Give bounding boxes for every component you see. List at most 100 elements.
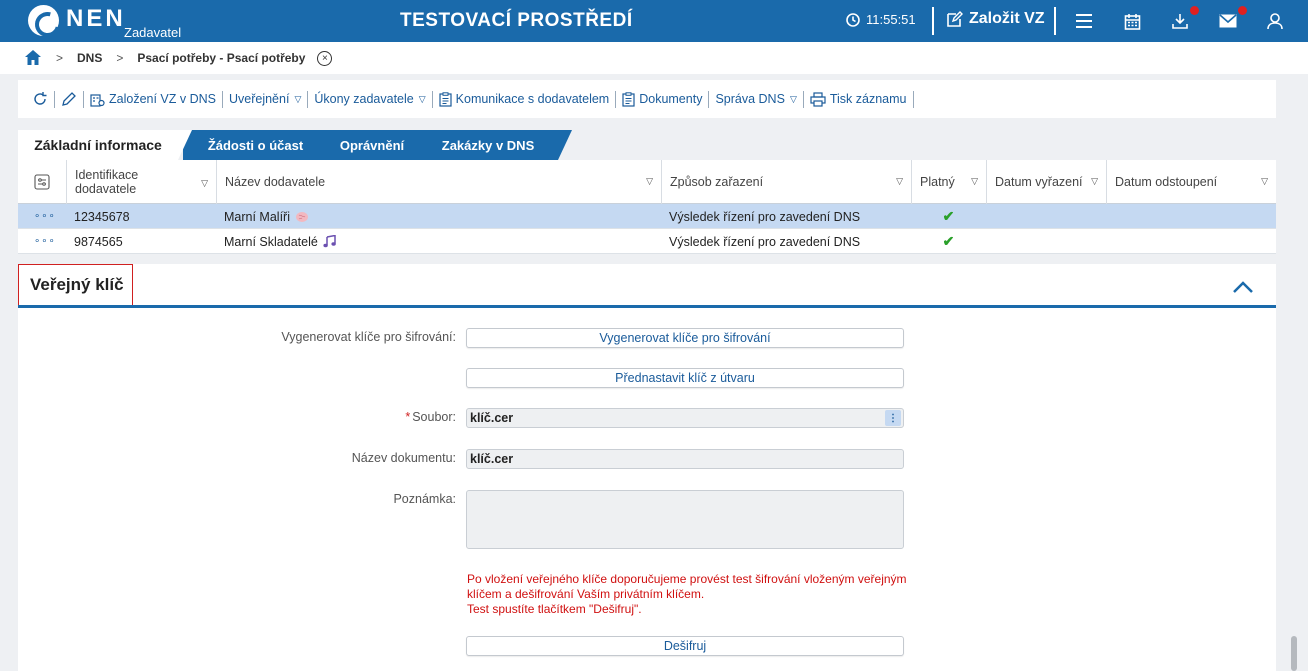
tab-bar: Zakázky v DNS Oprávnění Žádosti o účast …: [18, 130, 1276, 160]
triangle-down-icon[interactable]: ▽: [971, 176, 978, 187]
more-options-icon: ∘∘∘: [34, 211, 56, 222]
create-vz-label: Založit VZ: [969, 10, 1045, 27]
breadcrumb-item-current: Psací potřeby - Psací potřeby: [137, 51, 306, 65]
cell-inclusion-method: Výsledek řízení pro zavedení DNS: [669, 234, 861, 249]
triangle-down-icon: ▽: [789, 93, 797, 104]
triangle-down-icon: ▽: [294, 93, 302, 104]
divider: [1054, 7, 1056, 35]
user-icon[interactable]: [1264, 10, 1286, 32]
clipboard-icon: [439, 91, 452, 107]
column-header-removal-date[interactable]: Datum vyřazení ▽: [986, 160, 1106, 204]
toolbar-label: Úkony zadavatele: [314, 92, 414, 106]
cell-valid: ✔: [911, 229, 986, 254]
publication-menu[interactable]: Uveřejnění ▽: [223, 92, 307, 106]
warning-text: Po vložení veřejného klíče doporučujeme …: [467, 572, 907, 601]
toolbar-label: Založení VZ v DNS: [109, 92, 216, 106]
column-header-supplier-name[interactable]: Název dodavatele ▽: [216, 160, 661, 204]
supplier-communication-button[interactable]: Komunikace s dodavatelem: [433, 91, 616, 107]
toolbar-divider: [912, 90, 914, 108]
triangle-down-icon[interactable]: ▽: [201, 176, 208, 190]
chevron-up-icon[interactable]: [1232, 280, 1254, 294]
note-textarea[interactable]: [466, 490, 904, 549]
breadcrumb: > DNS > Psací potřeby - Psací potřeby ×: [0, 42, 1308, 74]
column-header-valid[interactable]: Platný ▽: [911, 160, 986, 204]
edit-button[interactable]: [55, 91, 83, 107]
table-row[interactable]: ∘∘∘ 9874565 Marní Skladatelé Výsledek ří…: [18, 229, 1276, 254]
column-header-withdrawal-date[interactable]: Datum odstoupení ▽: [1106, 160, 1276, 204]
refresh-icon: [34, 92, 47, 105]
pencil-icon: [62, 92, 76, 106]
file-label: * Soubor:: [405, 410, 456, 424]
public-key-section: Veřejný klíč Vygenerovat klíče pro šifro…: [18, 264, 1276, 671]
kebab-menu-icon[interactable]: ⋮: [885, 410, 901, 426]
column-settings-button[interactable]: [18, 160, 66, 204]
brain-icon: [295, 211, 308, 222]
row-menu-button[interactable]: ∘∘∘: [26, 204, 64, 229]
print-record-button[interactable]: Tisk záznamu: [804, 91, 913, 107]
cell-supplier-id: 12345678: [74, 209, 130, 224]
printer-icon: [810, 91, 826, 107]
triangle-down-icon: ▽: [418, 93, 426, 104]
column-header-inclusion-method[interactable]: Způsob zařazení ▽: [661, 160, 911, 204]
refresh-button[interactable]: [26, 91, 54, 107]
tab-basic-info[interactable]: Základní informace: [18, 130, 192, 160]
section-divider: [18, 305, 1276, 308]
triangle-down-icon[interactable]: ▽: [896, 176, 903, 187]
cell-supplier-name: Marní Malíři: [216, 204, 317, 229]
decrypt-button[interactable]: Dešifruj: [466, 636, 904, 656]
check-icon: ✔: [942, 233, 955, 249]
column-label: Identifikace dodavatele: [75, 168, 139, 196]
music-note-icon: [323, 235, 336, 248]
home-icon[interactable]: [24, 49, 42, 67]
cell-inclusion-method: Výsledek řízení pro zavedení DNS: [669, 209, 861, 224]
mail-icon[interactable]: [1217, 10, 1239, 32]
close-tab-icon[interactable]: ×: [317, 50, 333, 66]
cell-valid: ✔: [911, 204, 986, 229]
create-vz-in-dns-button[interactable]: Založení VZ v DNS: [84, 92, 222, 107]
document-name-value: klíč.cer: [470, 452, 514, 466]
triangle-down-icon[interactable]: ▽: [646, 176, 653, 187]
triangle-down-icon[interactable]: ▽: [1091, 176, 1098, 187]
toolbar-label: Uveřejnění: [228, 92, 290, 106]
breadcrumb-item-dns[interactable]: DNS: [77, 51, 102, 65]
cell-supplier-name: Marní Skladatelé: [216, 229, 344, 254]
documents-button[interactable]: Dokumenty: [616, 91, 708, 107]
create-vz-button[interactable]: Založit VZ: [946, 10, 1045, 28]
clock-icon: [846, 12, 860, 27]
section-title: Veřejný klíč: [18, 264, 133, 306]
required-marker: *: [405, 410, 411, 424]
column-label: Způsob zařazení: [670, 175, 764, 189]
column-label: Platný: [920, 175, 955, 189]
file-field[interactable]: klíč.cer ⋮: [466, 408, 904, 428]
row-menu-button[interactable]: ∘∘∘: [26, 229, 64, 254]
generate-keys-label: Vygenerovat klíče pro šifrování:: [281, 330, 456, 344]
column-header-supplier-id[interactable]: Identifikace dodavatele ▽: [66, 160, 216, 204]
contracting-actions-menu[interactable]: Úkony zadavatele ▽: [308, 92, 431, 106]
nen-logo-icon[interactable]: [28, 5, 59, 36]
tab-participation-requests[interactable]: Žádosti o účast: [183, 130, 342, 160]
menu-icon[interactable]: [1073, 10, 1095, 32]
calendar-icon[interactable]: [1121, 10, 1143, 32]
logo-text[interactable]: NEN: [66, 5, 126, 33]
session-clock: 11:55:51: [846, 12, 916, 27]
download-icon[interactable]: [1169, 10, 1191, 32]
vertical-scrollbar[interactable]: [1291, 636, 1297, 671]
clipboard-icon: [622, 91, 635, 107]
note-label: Poznámka:: [393, 492, 456, 506]
preset-key-button[interactable]: Přednastavit klíč z útvaru: [466, 368, 904, 388]
environment-title: TESTOVACÍ PROSTŘEDÍ: [400, 10, 633, 31]
supplier-name: Marní Malíři: [224, 209, 290, 224]
dns-management-menu[interactable]: Správa DNS ▽: [709, 92, 802, 106]
clock-time: 11:55:51: [866, 12, 916, 27]
file-value: klíč.cer: [470, 411, 514, 425]
warning-text: Test spustíte tlačítkem "Dešifruj".: [467, 602, 642, 616]
top-bar: NEN Zadavatel TESTOVACÍ PROSTŘEDÍ 11:55:…: [0, 0, 1308, 42]
supplier-name: Marní Skladatelé: [224, 234, 318, 249]
document-name-field[interactable]: klíč.cer: [466, 449, 904, 469]
chevron-right-icon: >: [116, 51, 124, 65]
generate-keys-button[interactable]: Vygenerovat klíče pro šifrování: [466, 328, 904, 348]
triangle-down-icon[interactable]: ▽: [1261, 176, 1268, 187]
cell-supplier-id: 9874565: [74, 234, 123, 249]
table-row[interactable]: ∘∘∘ 12345678 Marní Malíři Výsledek řízen…: [18, 204, 1276, 229]
building-gear-icon: [90, 93, 105, 107]
